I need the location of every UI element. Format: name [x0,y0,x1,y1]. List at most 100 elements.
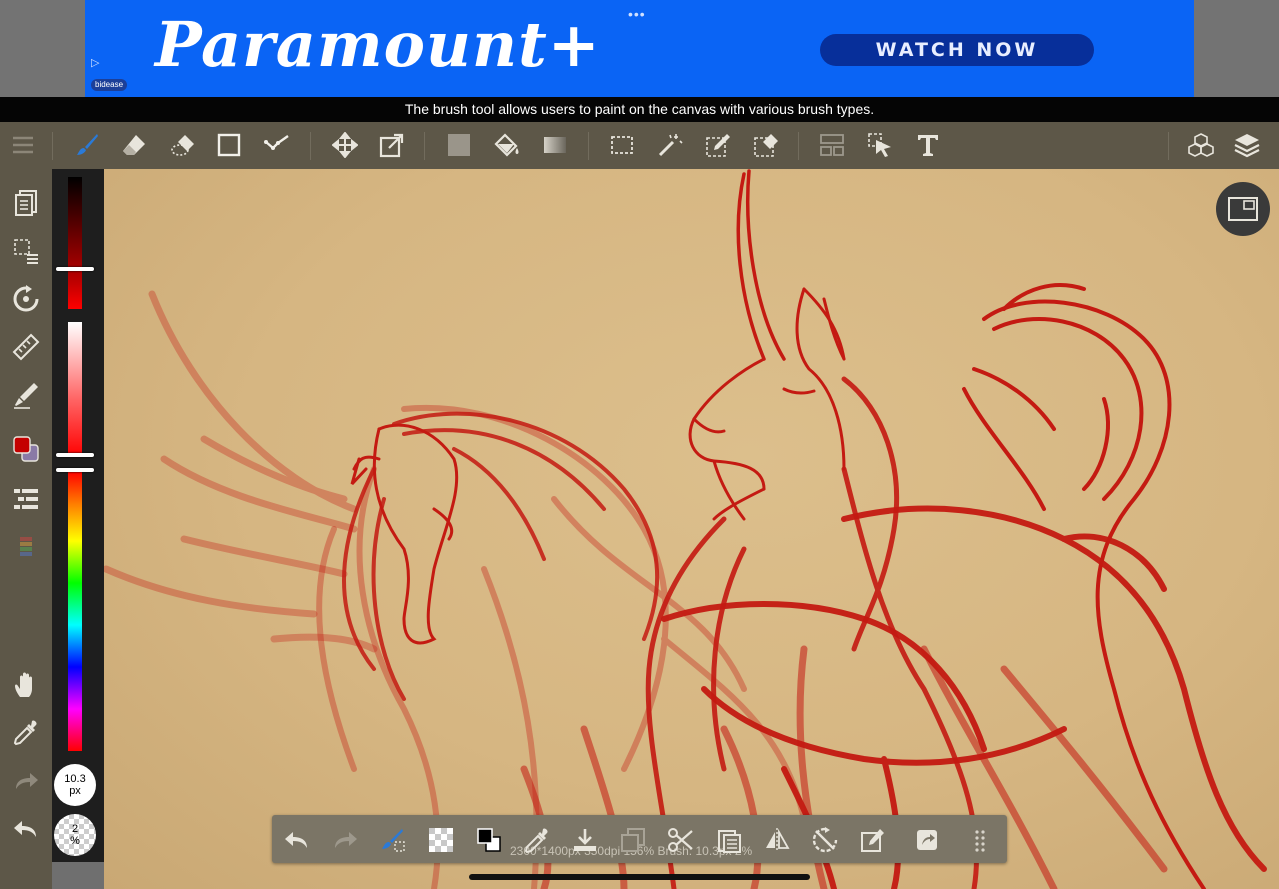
flip-horizontal-button[interactable] [760,823,794,857]
redo-button[interactable] [8,763,44,799]
square-icon [217,133,241,157]
move-tool-button[interactable] [328,128,362,162]
color-history-button[interactable] [8,529,44,565]
brush-size-button[interactable]: 10.3 px [54,764,96,806]
bucket-tool-button[interactable] [490,128,524,162]
left-sidebar [0,169,52,889]
3d-tool-button[interactable] [1184,128,1218,162]
bottom-undo-button[interactable] [280,823,314,857]
eraser-tool-button[interactable] [117,128,151,162]
select-eraser-icon [754,134,778,157]
undo-icon [14,821,36,837]
color-swatch-button[interactable] [8,431,44,467]
brush-list-button[interactable] [8,481,44,517]
fill-color-tool-button[interactable] [442,128,476,162]
download-tray-icon [574,829,596,851]
eyedropper-button[interactable] [8,715,44,751]
main-toolbar [0,122,1279,169]
bottom-redo-button[interactable] [328,823,362,857]
operation-tool-button[interactable] [863,128,897,162]
saturation-slider[interactable] [68,322,82,457]
red-sketch-artwork [104,169,1267,889]
layers-button[interactable] [1230,128,1264,162]
smudge-icon [171,135,194,156]
share-icon [917,830,937,850]
transform-icon [379,133,404,158]
navigator-button[interactable] [1216,182,1270,236]
bottom-eyedropper-button[interactable] [520,823,554,857]
redo-icon [16,773,38,789]
share-button[interactable] [910,823,944,857]
eyedropper-icon [13,720,37,746]
magic-wand-tool-button[interactable] [653,128,687,162]
smudge-tool-button[interactable] [166,128,200,162]
redo-icon [335,832,357,848]
pages-icon [15,190,37,216]
ruler-icon [12,333,40,361]
select-tool-button[interactable] [605,128,639,162]
text-tool-button[interactable] [911,128,945,162]
ad-network-badge: bidease [91,79,128,91]
brush-opacity-button[interactable]: 2 % [54,814,96,856]
undo-icon [285,832,307,848]
import-button[interactable] [568,823,602,857]
hamburger-icon [13,136,33,154]
edit-selection-button[interactable] [856,823,890,857]
selection-list-icon [14,239,38,264]
transform-tool-button[interactable] [375,128,409,162]
paint-bucket-icon [494,133,519,157]
brush-size-unit: px [69,785,81,797]
rotate-canvas-button[interactable] [8,281,44,317]
cubes-icon [1188,133,1214,157]
correction-tool-button[interactable] [260,128,294,162]
rotate-reset-button[interactable] [808,823,842,857]
ad-menu-dots[interactable]: ••• [628,6,646,22]
brush-opacity-value: 2 [71,823,79,835]
bottom-toolbar: 2300*1400px 350dpi 156% Brush: 10.3px 2% [272,815,1007,863]
swap-colors-button[interactable] [472,823,506,857]
menu-button[interactable] [6,128,40,162]
clear-layer-button[interactable] [424,823,458,857]
clipboard-icon [718,830,741,853]
home-indicator[interactable] [469,874,810,880]
brush-icon [77,134,98,155]
brush-opacity-unit: % [70,835,80,847]
brightness-handle[interactable] [56,267,94,271]
scissors-icon [668,828,693,852]
ad-watch-now-button[interactable]: WATCH NOW [820,34,1094,66]
pen-icon [14,383,38,409]
rotate-icon [13,285,39,312]
color-swatch-icon [13,436,39,462]
select-pen-icon [706,134,730,157]
cut-button[interactable] [664,823,698,857]
brightness-slider[interactable] [68,177,82,309]
color-panel: 10.3 px 2 % [52,169,104,862]
frame-divider-tool-button[interactable] [815,128,849,162]
copy-button[interactable] [616,823,650,857]
selection-layer-button[interactable] [8,233,44,269]
brush-setting-button[interactable] [376,823,410,857]
ad-choices-icon[interactable]: ▷ [91,56,99,69]
drawing-canvas[interactable] [104,169,1279,889]
brush-tool-button[interactable] [70,128,104,162]
select-eraser-tool-button[interactable] [749,128,783,162]
paste-button[interactable] [712,823,746,857]
hue-handle[interactable] [56,468,94,472]
pen-tool-button[interactable] [8,377,44,413]
flip-horizontal-icon [766,828,790,852]
navigator-icon [1228,197,1258,221]
undo-button[interactable] [8,811,44,847]
toolbar-grip-handle[interactable] [964,823,998,857]
ruler-button[interactable] [8,329,44,365]
hand-tool-button[interactable] [8,667,44,703]
page-manager-button[interactable] [8,185,44,221]
ad-banner[interactable]: ••• Paramount+ WATCH NOW ▷ bidease [85,0,1194,97]
gradient-tool-button[interactable] [538,128,572,162]
select-pen-tool-button[interactable] [701,128,735,162]
operation-cursor-icon [868,133,891,157]
hue-slider[interactable] [68,471,82,751]
shape-tool-button[interactable] [212,128,246,162]
saturation-handle[interactable] [56,453,94,457]
layers-icon [1234,134,1260,158]
color-history-icon [20,537,32,556]
